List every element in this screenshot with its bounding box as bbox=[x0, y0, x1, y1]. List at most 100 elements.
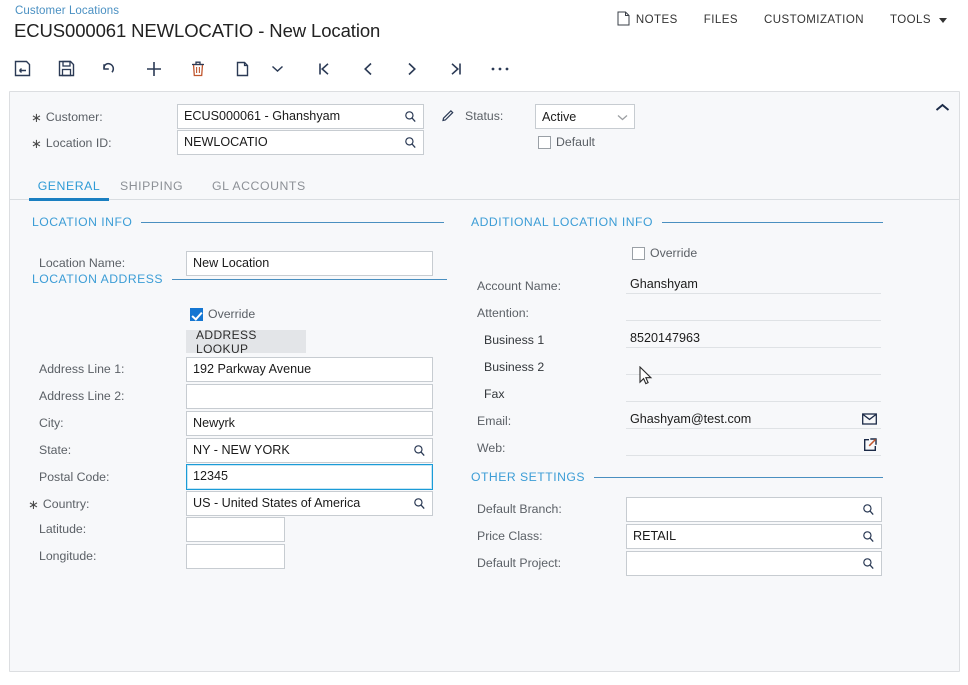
page-title: ECUS000061 NEWLOCATIO - New Location bbox=[14, 20, 381, 41]
save-back-icon bbox=[13, 59, 32, 78]
default-checkbox[interactable]: Default bbox=[538, 135, 595, 149]
header-menu-notes[interactable]: NOTES bbox=[604, 7, 691, 33]
breadcrumb[interactable]: Customer Locations bbox=[15, 5, 119, 17]
status-value: Active bbox=[542, 109, 577, 124]
default-project-field[interactable] bbox=[626, 551, 882, 576]
tab-gl-accounts-label: GL ACCOUNTS bbox=[212, 178, 306, 193]
header-menu-customization[interactable]: CUSTOMIZATION bbox=[751, 10, 877, 30]
previous-record-button[interactable] bbox=[346, 51, 390, 87]
address-line-2-value bbox=[193, 396, 426, 397]
chevron-down-icon bbox=[271, 64, 284, 73]
toolbar bbox=[0, 48, 968, 89]
section-other-settings: OTHER SETTINGS bbox=[471, 470, 883, 484]
tab-shipping-label: SHIPPING bbox=[120, 178, 184, 193]
tab-gl-accounts[interactable]: GL ACCOUNTS bbox=[212, 171, 306, 200]
status-select[interactable]: Active bbox=[535, 104, 635, 129]
floppy-disk-icon bbox=[57, 59, 76, 78]
section-location-address-label: LOCATION ADDRESS bbox=[32, 272, 164, 286]
customer-label: Customer: bbox=[31, 109, 103, 125]
save-and-close-button[interactable] bbox=[0, 51, 44, 87]
city-field[interactable]: Newyrk bbox=[186, 411, 433, 436]
first-page-icon bbox=[316, 60, 332, 78]
latitude-label: Latitude: bbox=[39, 522, 87, 536]
city-value: Newyrk bbox=[193, 416, 235, 430]
search-icon[interactable] bbox=[413, 497, 426, 510]
tab-general[interactable]: GENERAL bbox=[29, 171, 109, 201]
address-lookup-button[interactable]: ADDRESS LOOKUP bbox=[186, 328, 306, 356]
header-menu-files[interactable]: FILES bbox=[691, 10, 751, 30]
web-field[interactable] bbox=[626, 435, 881, 456]
header-menu-tools-label: TOOLS bbox=[889, 14, 931, 26]
undo-arrow-icon bbox=[100, 59, 120, 78]
external-link-icon[interactable] bbox=[863, 438, 877, 453]
postal-code-field[interactable]: 12345 bbox=[186, 464, 433, 490]
envelope-icon[interactable] bbox=[862, 413, 877, 426]
search-icon[interactable] bbox=[404, 136, 417, 149]
search-icon[interactable] bbox=[862, 530, 875, 543]
search-icon[interactable] bbox=[862, 557, 875, 570]
email-field[interactable]: Ghashyam@test.com bbox=[626, 408, 881, 429]
attention-field[interactable] bbox=[626, 300, 881, 321]
search-icon[interactable] bbox=[413, 444, 426, 457]
country-field[interactable]: US - United States of America bbox=[186, 491, 433, 516]
location-id-field[interactable]: NEWLOCATIO bbox=[177, 130, 424, 155]
latitude-field[interactable] bbox=[186, 517, 285, 542]
first-record-button[interactable] bbox=[302, 51, 346, 87]
section-additional-location-info: ADDITIONAL LOCATION INFO bbox=[471, 215, 883, 229]
search-icon[interactable] bbox=[862, 503, 875, 516]
location-name-value: New Location bbox=[193, 256, 270, 270]
insert-button[interactable] bbox=[132, 51, 176, 87]
customer-field[interactable]: ECUS000061 - Ghanshyam bbox=[177, 104, 424, 129]
checkbox-box bbox=[632, 246, 645, 260]
plus-icon bbox=[144, 59, 164, 79]
ellipsis-icon bbox=[490, 66, 510, 72]
address-line-2-field[interactable] bbox=[186, 384, 433, 409]
email-value: Ghashyam@test.com bbox=[630, 412, 752, 426]
additional-override-label: Override bbox=[650, 246, 698, 260]
postal-code-label: Postal Code: bbox=[39, 470, 110, 484]
price-class-field[interactable]: RETAIL bbox=[626, 524, 882, 549]
account-name-field[interactable]: Ghanshyam bbox=[626, 273, 881, 294]
header-menu-notes-label: NOTES bbox=[635, 14, 678, 26]
clipboard-button[interactable] bbox=[220, 51, 264, 87]
form-card: Customer: ECUS000061 - Ghanshyam bbox=[9, 91, 960, 672]
clipboard-icon bbox=[234, 59, 251, 78]
address-line-1-field[interactable]: 192 Parkway Avenue bbox=[186, 357, 433, 382]
longitude-value bbox=[193, 556, 278, 557]
header-menu-tools[interactable]: TOOLS bbox=[877, 10, 960, 30]
section-rule bbox=[172, 278, 447, 280]
fax-field[interactable] bbox=[626, 381, 881, 402]
business-2-field[interactable] bbox=[626, 354, 881, 375]
clipboard-dropdown-button[interactable] bbox=[264, 51, 290, 87]
default-branch-field[interactable] bbox=[626, 497, 882, 522]
address-override-checkbox[interactable]: Override bbox=[190, 307, 255, 321]
business-1-field[interactable]: 8520147963 bbox=[626, 327, 881, 348]
header-menu: NOTES FILES CUSTOMIZATION TOOLS bbox=[604, 7, 960, 33]
web-label: Web: bbox=[477, 441, 506, 455]
last-page-icon bbox=[448, 60, 464, 78]
search-icon[interactable] bbox=[404, 110, 417, 123]
header-menu-customization-label: CUSTOMIZATION bbox=[763, 14, 864, 26]
delete-button[interactable] bbox=[176, 51, 220, 87]
more-actions-button[interactable] bbox=[478, 51, 522, 87]
summary-area: Customer: ECUS000061 - Ghanshyam bbox=[10, 92, 959, 167]
cancel-button[interactable] bbox=[88, 51, 132, 87]
tab-general-label: GENERAL bbox=[37, 178, 101, 193]
fax-label: Fax bbox=[484, 387, 505, 401]
edit-customer-icon[interactable] bbox=[441, 107, 456, 127]
tab-shipping[interactable]: SHIPPING bbox=[120, 171, 183, 200]
state-value: NY - NEW YORK bbox=[193, 443, 290, 457]
longitude-field[interactable] bbox=[186, 544, 285, 569]
additional-override-checkbox[interactable]: Override bbox=[632, 246, 697, 260]
address-override-label: Override bbox=[208, 307, 256, 321]
checkbox-box bbox=[190, 307, 203, 321]
state-field[interactable]: NY - NEW YORK bbox=[186, 438, 433, 463]
save-button[interactable] bbox=[44, 51, 88, 87]
address-line-1-value: 192 Parkway Avenue bbox=[193, 362, 312, 376]
country-label: Country: bbox=[28, 496, 89, 512]
location-name-label: Location Name: bbox=[39, 256, 126, 270]
next-record-button[interactable] bbox=[390, 51, 434, 87]
last-record-button[interactable] bbox=[434, 51, 478, 87]
latitude-value bbox=[193, 529, 278, 530]
default-branch-label: Default Branch: bbox=[477, 502, 562, 516]
